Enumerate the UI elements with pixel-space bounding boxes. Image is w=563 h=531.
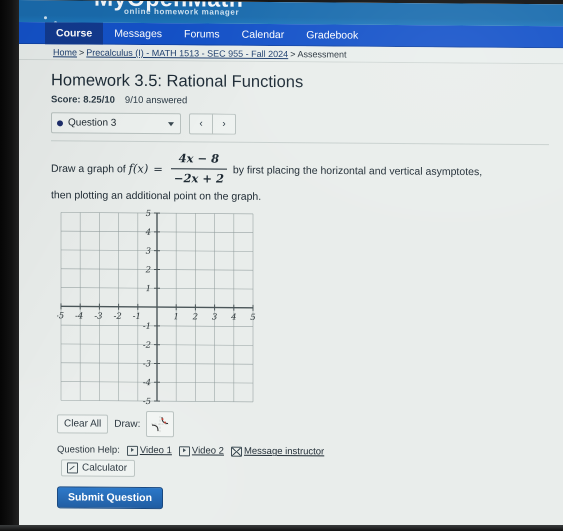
device-bezel-left [0,0,19,531]
brand-header: MyOpenMath online homework manager [19,0,563,27]
previous-question-button[interactable]: ‹ [189,113,213,135]
function-name: f(x) [128,161,149,176]
x-axis-tick-label: -1 [133,312,141,322]
prompt-lead: Draw a graph of [51,162,126,176]
answered-count: 9/10 answered [124,94,188,107]
x-axis-tick-label: -5 [57,312,64,322]
chevron-down-icon [168,121,174,126]
score-line: Score: 8.25/10 9/10 answered [51,94,563,109]
logo-wordmark: MyOpenMath [94,0,243,12]
y-axis-tick-label: -3 [143,360,151,370]
calculator-label: Calculator [82,462,128,475]
score-value: Score: 8.25/10 [51,94,115,106]
divider [51,140,549,146]
graph-canvas[interactable]: -5 -4 -3 -2 -1 1 2 3 4 5 5 4 3 2 1 -1 -2 -3 -4 -5 [57,209,563,409]
y-axis-tick-label: -2 [143,341,151,351]
breadcrumb-course[interactable]: Precalculus (I) - MATH 1513 - SEC 955 - … [86,48,288,60]
nav-item-forums[interactable]: Forums [173,23,231,45]
mail-icon [230,446,242,457]
nav-item-messages[interactable]: Messages [103,23,173,46]
x-axis-tick-label: 1 [173,312,178,322]
y-axis-tick-label: -1 [143,322,151,332]
submit-question-button[interactable]: Submit Question [57,486,163,510]
question-status-dot-icon [57,119,63,126]
fraction: 4x − 8 −2x + 2 [170,150,227,188]
message-instructor-link[interactable]: Message instructor [230,446,325,458]
rational-curve-glyph [151,416,170,433]
y-axis-tick-label: 3 [146,247,151,257]
message-instructor-label: Message instructor [243,446,325,458]
question-navigation-bar: Question 3 ‹ › [51,112,563,137]
y-axis-tick-label: 4 [145,228,151,238]
x-axis-tick-label: 4 [230,313,236,323]
nav-item-course[interactable]: Course [45,22,104,45]
x-axis-tick-label: -3 [94,312,102,322]
video-2-link[interactable]: Video 2 [178,445,224,457]
y-axis-tick-label: 5 [146,209,151,219]
photographed-screen: MyOpenMath online homework manager Cours… [0,0,563,531]
x-axis-tick-label: 2 [192,313,198,323]
fraction-denominator: −2x + 2 [173,171,224,186]
x-axis-tick-label: 5 [250,313,255,323]
fraction-numerator: 4x − 8 [170,150,227,170]
x-axis-tick-label: -2 [113,312,121,322]
site-logo[interactable]: MyOpenMath online homework manager [94,0,243,17]
x-axis-tick-label: -4 [75,312,83,322]
prompt-tail: by first placing the horizontal and vert… [232,164,483,179]
device-bezel-bottom [0,525,563,531]
nav-item-calendar[interactable]: Calendar [231,24,296,47]
play-icon-2 [178,446,190,457]
coordinate-grid[interactable]: -5 -4 -3 -2 -1 1 2 3 4 5 5 4 3 2 1 -1 -2 -3 -4 -5 [57,209,257,407]
rational-function-tool-icon[interactable] [146,411,175,438]
next-question-button[interactable]: › [213,113,236,135]
problem-statement: Draw a graph of f(x) = 4x − 8 −2x + 2 by… [51,150,501,207]
clear-all-button[interactable]: Clear All [57,414,109,434]
equals-sign: = [153,161,163,176]
video-1-label: Video 1 [139,445,172,457]
page-title: Homework 3.5: Rational Functions [51,71,304,92]
question-help-row: Question Help: Video 1 Video 2 Message i… [57,445,563,460]
x-axis-tick-label: 3 [212,313,217,323]
browser-viewport: MyOpenMath online homework manager Cours… [19,0,563,531]
draw-label: Draw: [114,418,141,430]
main-navigation: Course Messages Forums Calendar Gradeboo… [19,22,563,49]
play-icon [126,445,138,456]
calculator-button[interactable]: Calculator [61,459,136,478]
prompt-line2: then plotting an additional point on the… [51,188,262,203]
calculator-icon [67,462,78,474]
breadcrumb-separator: > [79,47,85,58]
question-select[interactable]: Question 3 [51,112,181,135]
nav-item-gradebook[interactable]: Gradebook [295,24,369,47]
video-2-label: Video 2 [191,445,224,457]
drawing-tools-row: Clear All Draw: [57,411,563,441]
y-axis-tick-label: 1 [146,284,151,294]
y-axis-tick-label: 2 [145,266,151,276]
question-select-value: Question 3 [68,117,117,129]
y-axis-tick-label: -5 [143,397,151,406]
video-1-link[interactable]: Video 1 [126,445,172,457]
breadcrumb-home[interactable]: Home [53,47,77,57]
y-axis-tick-label: -4 [143,378,151,388]
breadcrumb-current: Assessment [297,49,347,60]
question-help-label: Question Help: [57,444,120,457]
breadcrumb-separator-2: > [290,49,296,60]
assessment-page: Homework 3.5: Rational Functions Score: … [19,60,563,531]
